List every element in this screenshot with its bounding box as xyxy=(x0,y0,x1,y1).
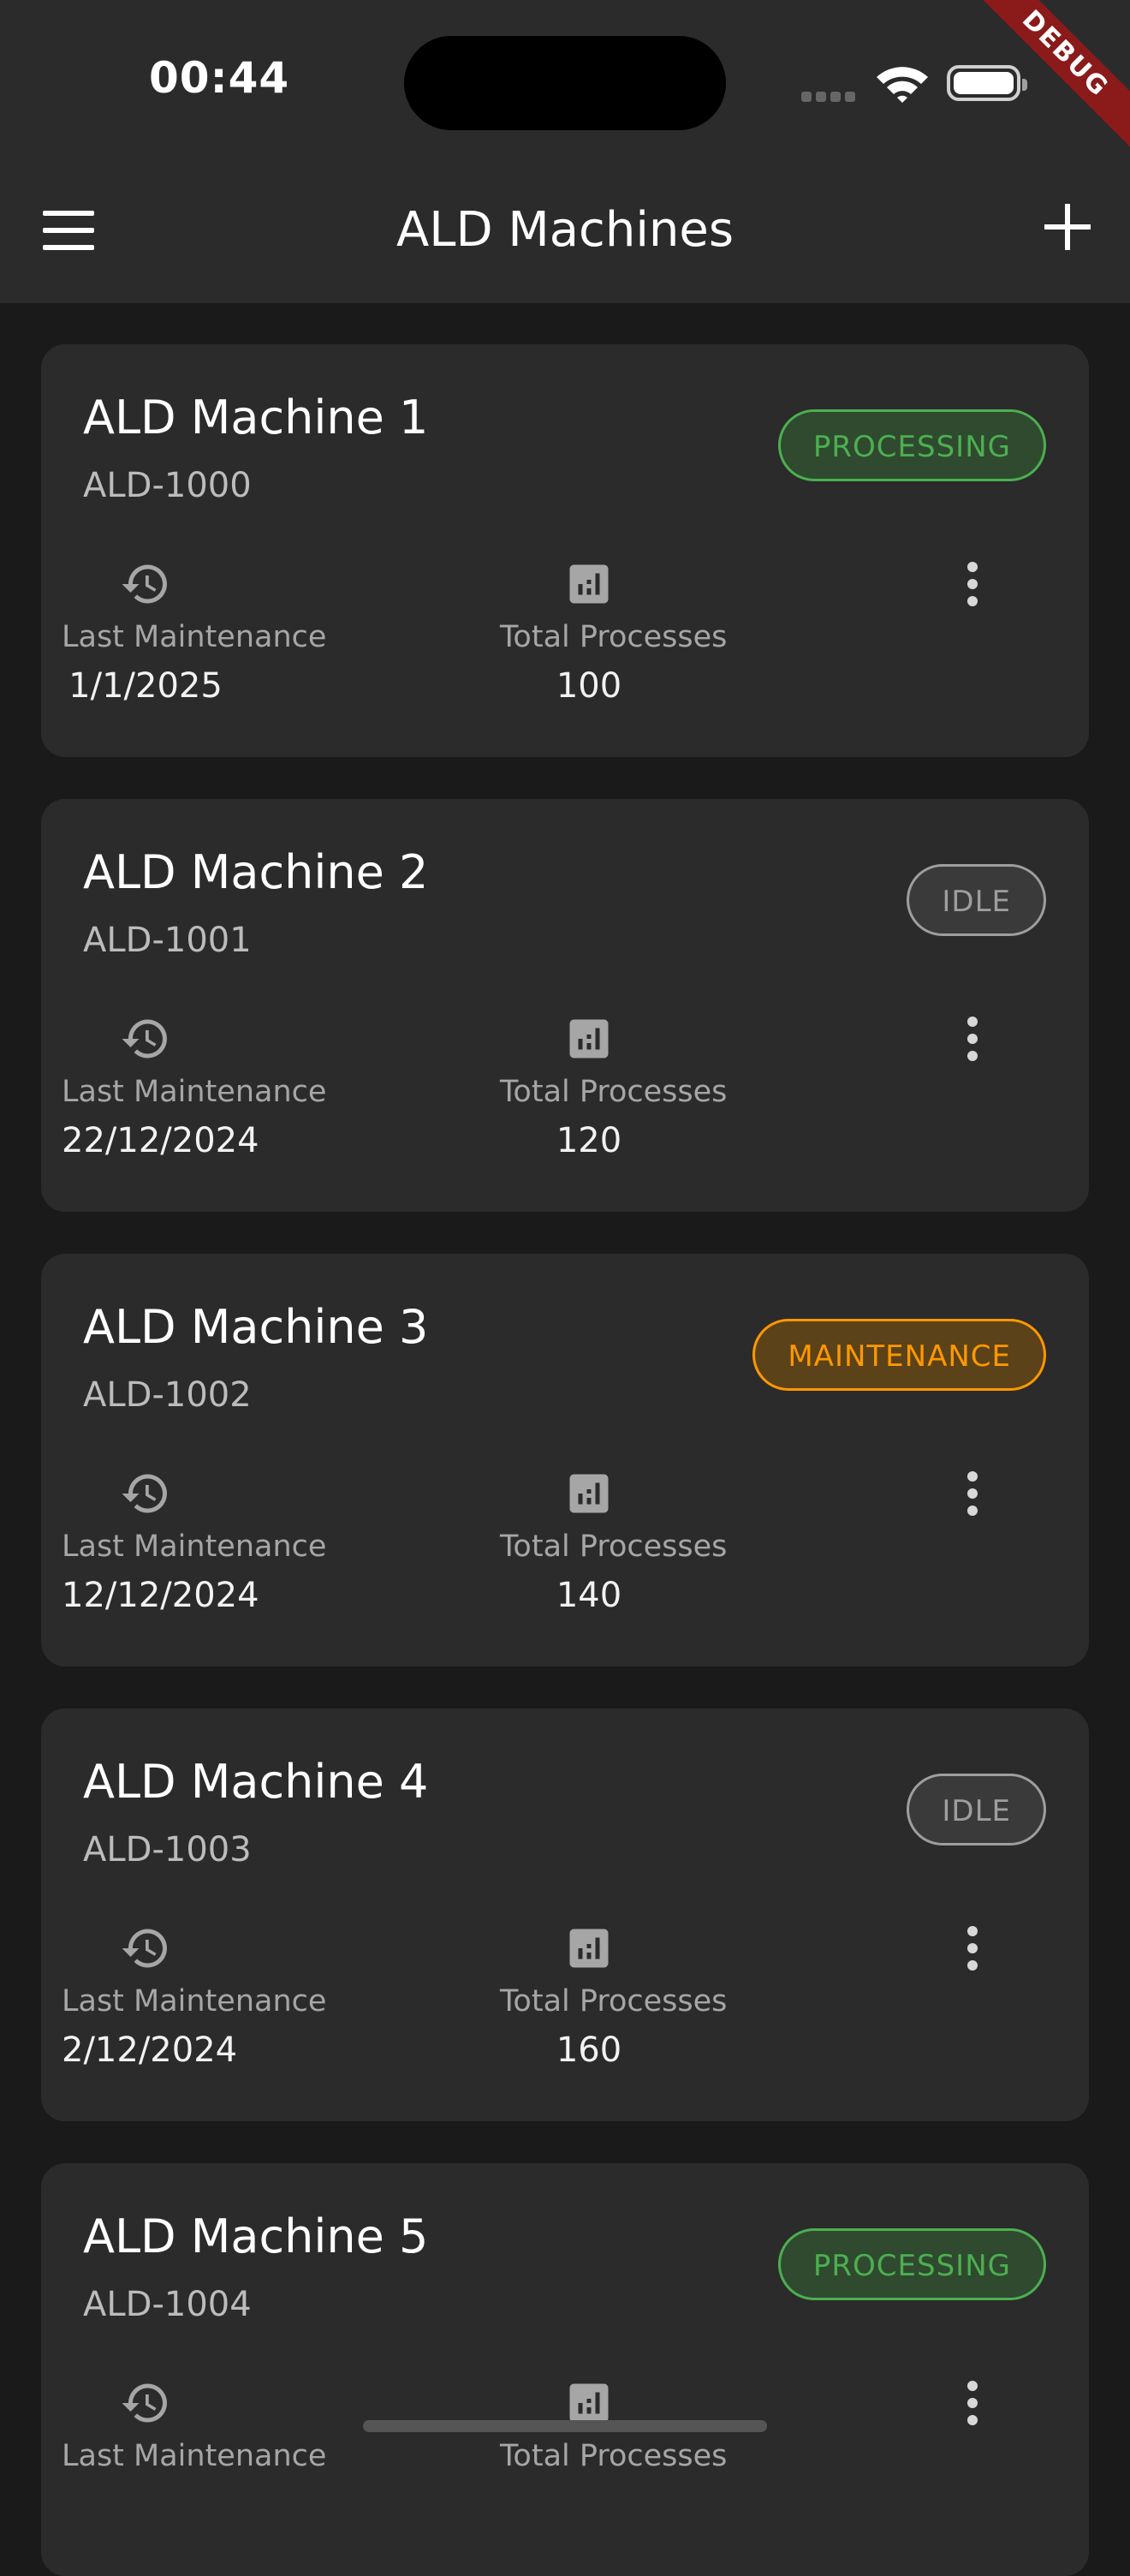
last-maintenance-label: Last Maintenance xyxy=(62,620,327,654)
status-badge: IDLE xyxy=(907,1774,1046,1846)
history-icon xyxy=(120,558,171,610)
bar-chart-icon xyxy=(563,558,615,610)
last-maintenance-stat: Last Maintenance 1/1/2025 xyxy=(62,558,327,706)
last-maintenance-stat: Last Maintenance 22/12/2024 xyxy=(62,1013,327,1160)
more-vert-icon[interactable] xyxy=(966,1926,978,1972)
bar-chart-icon xyxy=(563,1923,615,1974)
machine-name: ALD Machine 4 xyxy=(83,1755,429,1809)
machine-id: ALD-1001 xyxy=(83,921,252,960)
debug-banner: DEBUG xyxy=(976,0,1130,154)
last-maintenance-stat: Last Maintenance xyxy=(62,2377,327,2485)
history-icon xyxy=(120,1468,171,1519)
home-indicator[interactable] xyxy=(363,2420,767,2432)
history-icon xyxy=(120,1013,171,1064)
app-bar: ALD Machines xyxy=(0,163,1130,303)
cellular-signal-icon xyxy=(801,89,859,102)
machine-name: ALD Machine 2 xyxy=(83,845,429,899)
machine-card[interactable]: ALD Machine 5 ALD-1004 PROCESSING Last M… xyxy=(41,2163,1089,2576)
status-badge: MAINTENANCE xyxy=(752,1319,1046,1391)
machine-name: ALD Machine 5 xyxy=(83,2209,429,2263)
total-processes-value: 140 xyxy=(556,1576,622,1615)
machine-name: ALD Machine 3 xyxy=(83,1300,429,1354)
machine-id: ALD-1000 xyxy=(83,466,252,505)
machine-id: ALD-1003 xyxy=(83,1830,252,1869)
bar-chart-icon xyxy=(563,1468,615,1519)
total-processes-value: 120 xyxy=(556,1121,622,1160)
last-maintenance-label: Last Maintenance xyxy=(62,2439,327,2473)
total-processes-stat: Total Processes 120 xyxy=(500,1013,728,1160)
page-title: ALD Machines xyxy=(396,202,734,258)
last-maintenance-label: Last Maintenance xyxy=(62,1075,327,1109)
machine-card[interactable]: ALD Machine 2 ALD-1001 IDLE Last Mainten… xyxy=(41,799,1089,1212)
status-badge: PROCESSING xyxy=(777,2228,1046,2300)
more-vert-icon[interactable] xyxy=(966,1471,978,1518)
machine-id: ALD-1004 xyxy=(83,2285,252,2324)
last-maintenance-label: Last Maintenance xyxy=(62,1984,327,2018)
status-bar: 00:44 DEBUG xyxy=(0,0,1130,163)
machine-card[interactable]: ALD Machine 1 ALD-1000 PROCESSING Last M… xyxy=(41,344,1089,757)
bar-chart-icon xyxy=(563,1013,615,1064)
wifi-icon xyxy=(877,67,928,103)
total-processes-value: 160 xyxy=(556,2030,622,2070)
machine-name: ALD Machine 1 xyxy=(83,391,429,444)
last-maintenance-value: 1/1/2025 xyxy=(68,666,223,706)
total-processes-label: Total Processes xyxy=(500,1984,728,2018)
history-icon xyxy=(120,2377,171,2429)
total-processes-label: Total Processes xyxy=(500,1530,728,1564)
total-processes-label: Total Processes xyxy=(500,620,728,654)
machine-card[interactable]: ALD Machine 3 ALD-1002 MAINTENANCE Last … xyxy=(41,1254,1089,1667)
last-maintenance-label: Last Maintenance xyxy=(62,1530,327,1564)
dynamic-island xyxy=(404,36,726,130)
machine-id: ALD-1002 xyxy=(83,1375,252,1415)
total-processes-stat: Total Processes 100 xyxy=(500,558,728,706)
more-vert-icon[interactable] xyxy=(966,1017,978,1063)
add-icon[interactable] xyxy=(1044,204,1091,250)
total-processes-value: 100 xyxy=(556,666,622,706)
total-processes-label: Total Processes xyxy=(500,1075,728,1109)
debug-label: DEBUG xyxy=(976,0,1130,153)
status-badge: IDLE xyxy=(907,864,1046,936)
more-vert-icon[interactable] xyxy=(966,2381,978,2427)
last-maintenance-value: 22/12/2024 xyxy=(62,1121,259,1160)
total-processes-label: Total Processes xyxy=(500,2439,728,2473)
last-maintenance-value: 2/12/2024 xyxy=(62,2030,238,2070)
machine-card[interactable]: ALD Machine 4 ALD-1003 IDLE Last Mainten… xyxy=(41,1708,1089,2121)
status-badge: PROCESSING xyxy=(777,409,1046,481)
total-processes-stat: Total Processes 140 xyxy=(500,1468,728,1615)
status-time: 00:44 xyxy=(149,53,290,103)
last-maintenance-stat: Last Maintenance 12/12/2024 xyxy=(62,1468,327,1615)
history-icon xyxy=(120,1923,171,1974)
last-maintenance-value: 12/12/2024 xyxy=(62,1576,259,1615)
last-maintenance-stat: Last Maintenance 2/12/2024 xyxy=(62,1923,327,2070)
total-processes-stat: Total Processes 160 xyxy=(500,1923,728,2070)
more-vert-icon[interactable] xyxy=(966,562,978,608)
